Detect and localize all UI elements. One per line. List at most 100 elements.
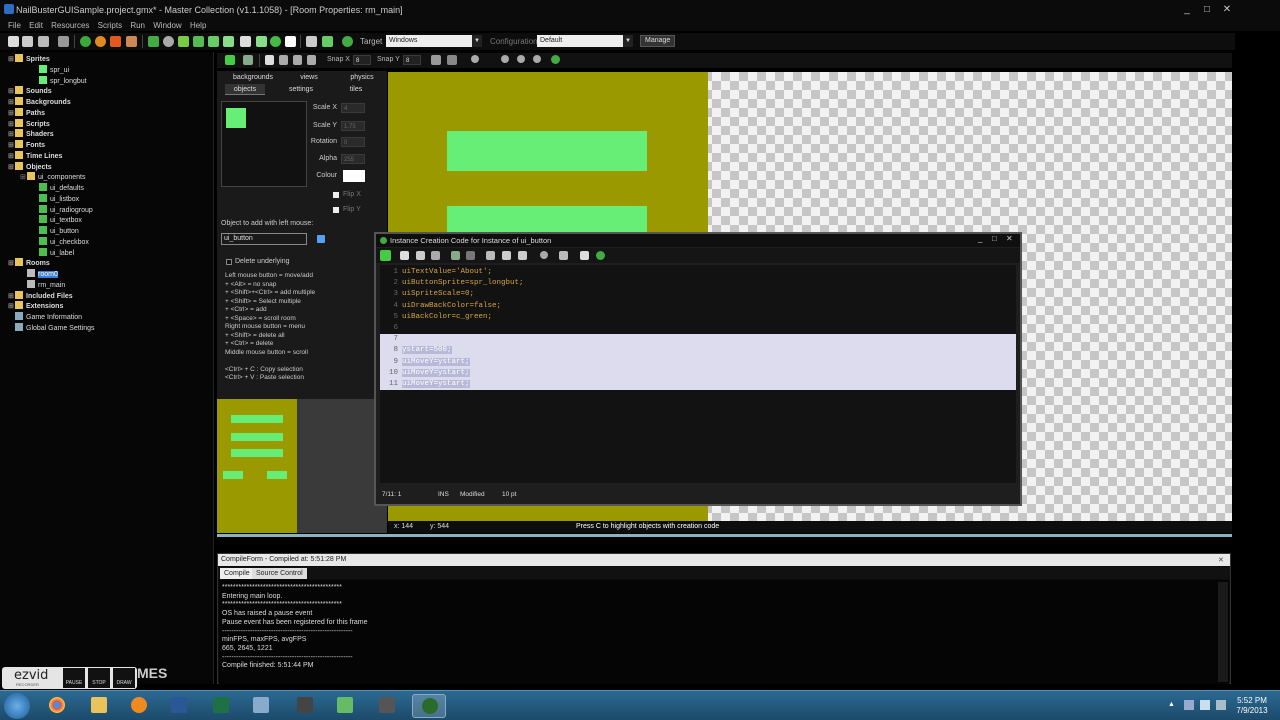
gamemaker-taskbar-icon[interactable] <box>412 694 446 718</box>
clock[interactable]: 5:52 PM 7/9/2013 <box>1232 696 1272 716</box>
tree-item[interactable]: spr_longbut <box>32 75 87 87</box>
redo-icon[interactable] <box>466 251 475 260</box>
isometric-icon[interactable] <box>447 55 457 65</box>
info-icon[interactable] <box>580 251 589 260</box>
tree-item[interactable]: ui_label <box>32 247 74 259</box>
recorder-draw-button[interactable]: DRAW <box>113 668 135 688</box>
open-project-icon[interactable] <box>22 36 33 47</box>
recorder-pause-button[interactable]: PAUSE <box>63 668 85 688</box>
zoom-reset-icon[interactable] <box>533 55 541 63</box>
room-icon[interactable] <box>285 36 296 47</box>
flip-x-checkbox[interactable] <box>333 192 339 198</box>
room-help-icon[interactable] <box>551 55 560 64</box>
code-line[interactable]: 5 uiBackColor=c_green; <box>380 312 1016 323</box>
paste-icon[interactable] <box>518 251 527 260</box>
tree-item[interactable]: ui_button <box>32 226 79 237</box>
tray-arrow-icon[interactable]: ▲ <box>1168 701 1176 709</box>
menu-resources[interactable]: Resources <box>51 21 89 30</box>
sprite-icon[interactable] <box>148 36 159 47</box>
target-select[interactable]: Windows ▼ <box>386 35 482 47</box>
code-line[interactable]: 3 uiSpriteScale=0; <box>380 289 1016 300</box>
font-icon[interactable] <box>240 36 251 47</box>
expand-icon[interactable]: ⊞ <box>8 120 15 130</box>
tree-item[interactable]: ⊞ Scripts <box>8 118 50 130</box>
expand-icon[interactable]: ⊞ <box>8 55 15 65</box>
flag-tray-icon[interactable] <box>1216 700 1226 710</box>
script-icon[interactable] <box>208 36 219 47</box>
cut-icon[interactable] <box>486 251 495 260</box>
object-add-select[interactable]: ui_button <box>221 233 307 245</box>
copy-icon[interactable] <box>502 251 511 260</box>
instance-ui-button[interactable] <box>447 131 647 171</box>
manage-button[interactable]: Manage <box>640 35 676 47</box>
path-icon[interactable] <box>193 36 204 47</box>
tree-item[interactable]: ui_listbox <box>32 193 79 205</box>
stop-icon[interactable] <box>110 36 121 47</box>
included-files-icon[interactable] <box>306 36 317 47</box>
volume-tray-icon[interactable] <box>1200 700 1210 710</box>
snap-x-input[interactable]: 8 <box>353 55 371 65</box>
sort-y-icon[interactable] <box>307 55 316 65</box>
tree-item[interactable]: ⊞ Paths <box>8 107 45 119</box>
menu-file[interactable]: File <box>8 21 21 30</box>
expand-icon[interactable]: ⊞ <box>8 152 15 162</box>
expand-icon[interactable]: ⊞ <box>8 98 15 108</box>
network-tray-icon[interactable] <box>1184 700 1194 710</box>
code-line[interactable]: 4 uiDrawBackColor=false; <box>380 301 1016 312</box>
tree-item[interactable]: ui_defaults <box>32 183 84 194</box>
code-close-button[interactable]: ✕ <box>1006 234 1013 243</box>
splitter[interactable] <box>217 534 1232 537</box>
menu-run[interactable]: Run <box>130 21 145 30</box>
tree-item[interactable]: ⊞ Shaders <box>8 129 54 140</box>
expand-icon[interactable]: ⊞ <box>8 163 15 173</box>
tree-item[interactable]: ⊞ Included Files <box>8 290 73 302</box>
zoom-icon[interactable] <box>471 55 479 63</box>
tree-item[interactable]: ⊞ ui_components <box>20 172 85 183</box>
save-project-icon[interactable] <box>38 36 49 47</box>
export-icon[interactable] <box>58 36 69 47</box>
tab-objects[interactable]: objects <box>225 84 265 95</box>
word-taskbar-icon[interactable] <box>162 694 196 718</box>
expand-icon[interactable]: ⊞ <box>8 87 15 97</box>
expand-icon[interactable]: ⊞ <box>8 141 15 151</box>
tree-item[interactable]: ⊞ Time Lines <box>8 150 62 162</box>
menu-window[interactable]: Window <box>153 21 181 30</box>
confirm-icon[interactable] <box>225 55 235 65</box>
undo-icon[interactable] <box>451 251 460 260</box>
code-line[interactable]: 1 uiTextValue='About'; <box>380 267 1016 278</box>
menu-help[interactable]: Help <box>190 21 206 30</box>
code-maximize-button[interactable]: □ <box>992 234 997 243</box>
compile-close-button[interactable]: ✕ <box>1218 556 1226 564</box>
object-icon[interactable] <box>270 36 281 47</box>
sound-icon[interactable] <box>163 36 174 47</box>
expand-icon[interactable]: ⊞ <box>8 259 15 269</box>
tab-source-control[interactable]: Source Control <box>252 568 307 579</box>
delete-underlying-checkbox[interactable] <box>226 259 232 265</box>
code-line[interactable]: 2 uiButtonSprite=spr_longbut; <box>380 278 1016 289</box>
clear-icon[interactable] <box>265 55 274 65</box>
code-editor[interactable]: 1 uiTextValue='About'; 2 uiButtonSprite=spr… <box>380 265 1016 483</box>
recorder-stop-button[interactable]: STOP <box>88 668 110 688</box>
minimize-button[interactable]: _ <box>1180 4 1194 15</box>
menu-scripts[interactable]: Scripts <box>98 21 122 30</box>
replace-icon[interactable] <box>559 251 568 260</box>
tab-settings[interactable]: settings <box>283 84 319 95</box>
close-button[interactable]: ✕ <box>1220 4 1234 15</box>
tree-item[interactable]: Game Information <box>8 312 82 323</box>
app-taskbar-icon[interactable] <box>244 694 278 718</box>
tree-item[interactable]: ui_checkbox <box>32 236 89 248</box>
tab-compile[interactable]: Compile <box>220 568 254 579</box>
open-icon[interactable] <box>400 251 409 260</box>
tree-item[interactable]: ⊞ Objects <box>8 161 52 173</box>
tree-item[interactable]: ⊞ Sounds <box>8 86 52 97</box>
expand-icon[interactable]: ⊞ <box>20 173 27 183</box>
tab-backgrounds[interactable]: backgrounds <box>225 72 281 83</box>
shift-icon[interactable] <box>279 55 288 65</box>
tree-item[interactable]: ⊞ Sprites <box>8 54 50 65</box>
new-project-icon[interactable] <box>8 36 19 47</box>
code-minimize-button[interactable]: _ <box>978 234 982 243</box>
scale-y-input[interactable]: 1.75 <box>341 121 365 131</box>
extension-icon[interactable] <box>322 36 333 47</box>
code-line[interactable]: 8 ystart=500; <box>380 345 1016 357</box>
background-icon[interactable] <box>178 36 189 47</box>
